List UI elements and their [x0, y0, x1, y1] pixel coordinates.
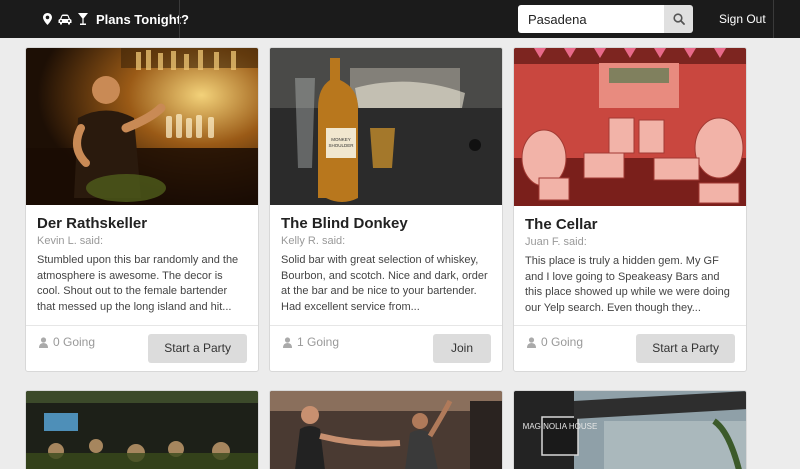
search-input[interactable] [518, 5, 664, 33]
going-count: 0 Going [527, 326, 583, 358]
review-author: Juan F. said: [525, 236, 587, 248]
brand[interactable]: Plans Tonight? [43, 0, 189, 38]
svg-text:MONKEY: MONKEY [331, 137, 351, 142]
user-icon [527, 336, 536, 348]
navbar-divider-right [773, 0, 774, 38]
going-count: 0 Going [39, 326, 95, 358]
bar-photo [26, 48, 258, 205]
user-icon [39, 336, 48, 348]
card-footer: 0 Going Start a Party [514, 325, 746, 371]
going-label: 0 Going [53, 335, 96, 349]
search-icon [672, 13, 685, 25]
sign-text: MAG NOLIA HOUSE [523, 422, 598, 431]
review-text: Solid bar with great selection of whiske… [281, 254, 488, 313]
card-body: The Cellar Juan F. said: This place is t… [514, 206, 746, 318]
bar-photo: MONKEY SHOULDER [270, 48, 502, 205]
bar-card[interactable] [269, 390, 503, 469]
top-navbar: Plans Tonight? Sign Out [0, 0, 800, 38]
svg-text:SHOULDER: SHOULDER [328, 143, 354, 148]
going-label: 0 Going [541, 335, 584, 349]
bar-name[interactable]: The Cellar [525, 216, 735, 233]
going-label: 1 Going [297, 335, 340, 349]
bar-photo: MAG NOLIA HOUSE [514, 391, 746, 469]
bar-photo [514, 48, 746, 206]
brand-label: Plans Tonight? [96, 11, 189, 27]
bar-card[interactable]: MAG NOLIA HOUSE [513, 390, 747, 469]
bar-card[interactable]: Der Rathskeller Kevin L. said: Stumbled … [25, 47, 259, 372]
navbar-divider [179, 0, 180, 38]
map-marker-icon [43, 13, 52, 25]
card-footer: 1 Going Join [270, 325, 502, 371]
review-author: Kevin L. said: [37, 235, 104, 247]
bar-photo [26, 391, 258, 469]
bar-photo [270, 391, 502, 469]
review-text: Stumbled upon this bar randomly and the … [37, 254, 239, 313]
join-button[interactable]: Join [432, 334, 491, 363]
bar-name[interactable]: The Blind Donkey [281, 215, 491, 232]
car-icon [58, 14, 72, 24]
bar-card[interactable]: MONKEY SHOULDER The Blind Donkey Kelly R… [269, 47, 503, 372]
card-body: The Blind Donkey Kelly R. said: Solid ba… [270, 205, 502, 317]
card-body: Der Rathskeller Kevin L. said: Stumbled … [26, 205, 258, 317]
bar-card[interactable] [25, 390, 259, 469]
review-author: Kelly R. said: [281, 235, 346, 247]
user-icon [283, 336, 292, 348]
search-form [518, 5, 693, 33]
bar-card[interactable]: The Cellar Juan F. said: This place is t… [513, 47, 747, 372]
start-party-button[interactable]: Start a Party [148, 334, 247, 363]
search-button[interactable] [664, 5, 693, 33]
sign-out-link[interactable]: Sign Out [719, 0, 766, 38]
review-text: This place is truly a hidden gem. My GF … [525, 255, 730, 314]
start-party-button[interactable]: Start a Party [636, 334, 735, 363]
card-footer: 0 Going Start a Party [26, 325, 258, 371]
going-count: 1 Going [283, 326, 339, 358]
cocktail-icon [78, 13, 88, 25]
bar-name[interactable]: Der Rathskeller [37, 215, 247, 232]
